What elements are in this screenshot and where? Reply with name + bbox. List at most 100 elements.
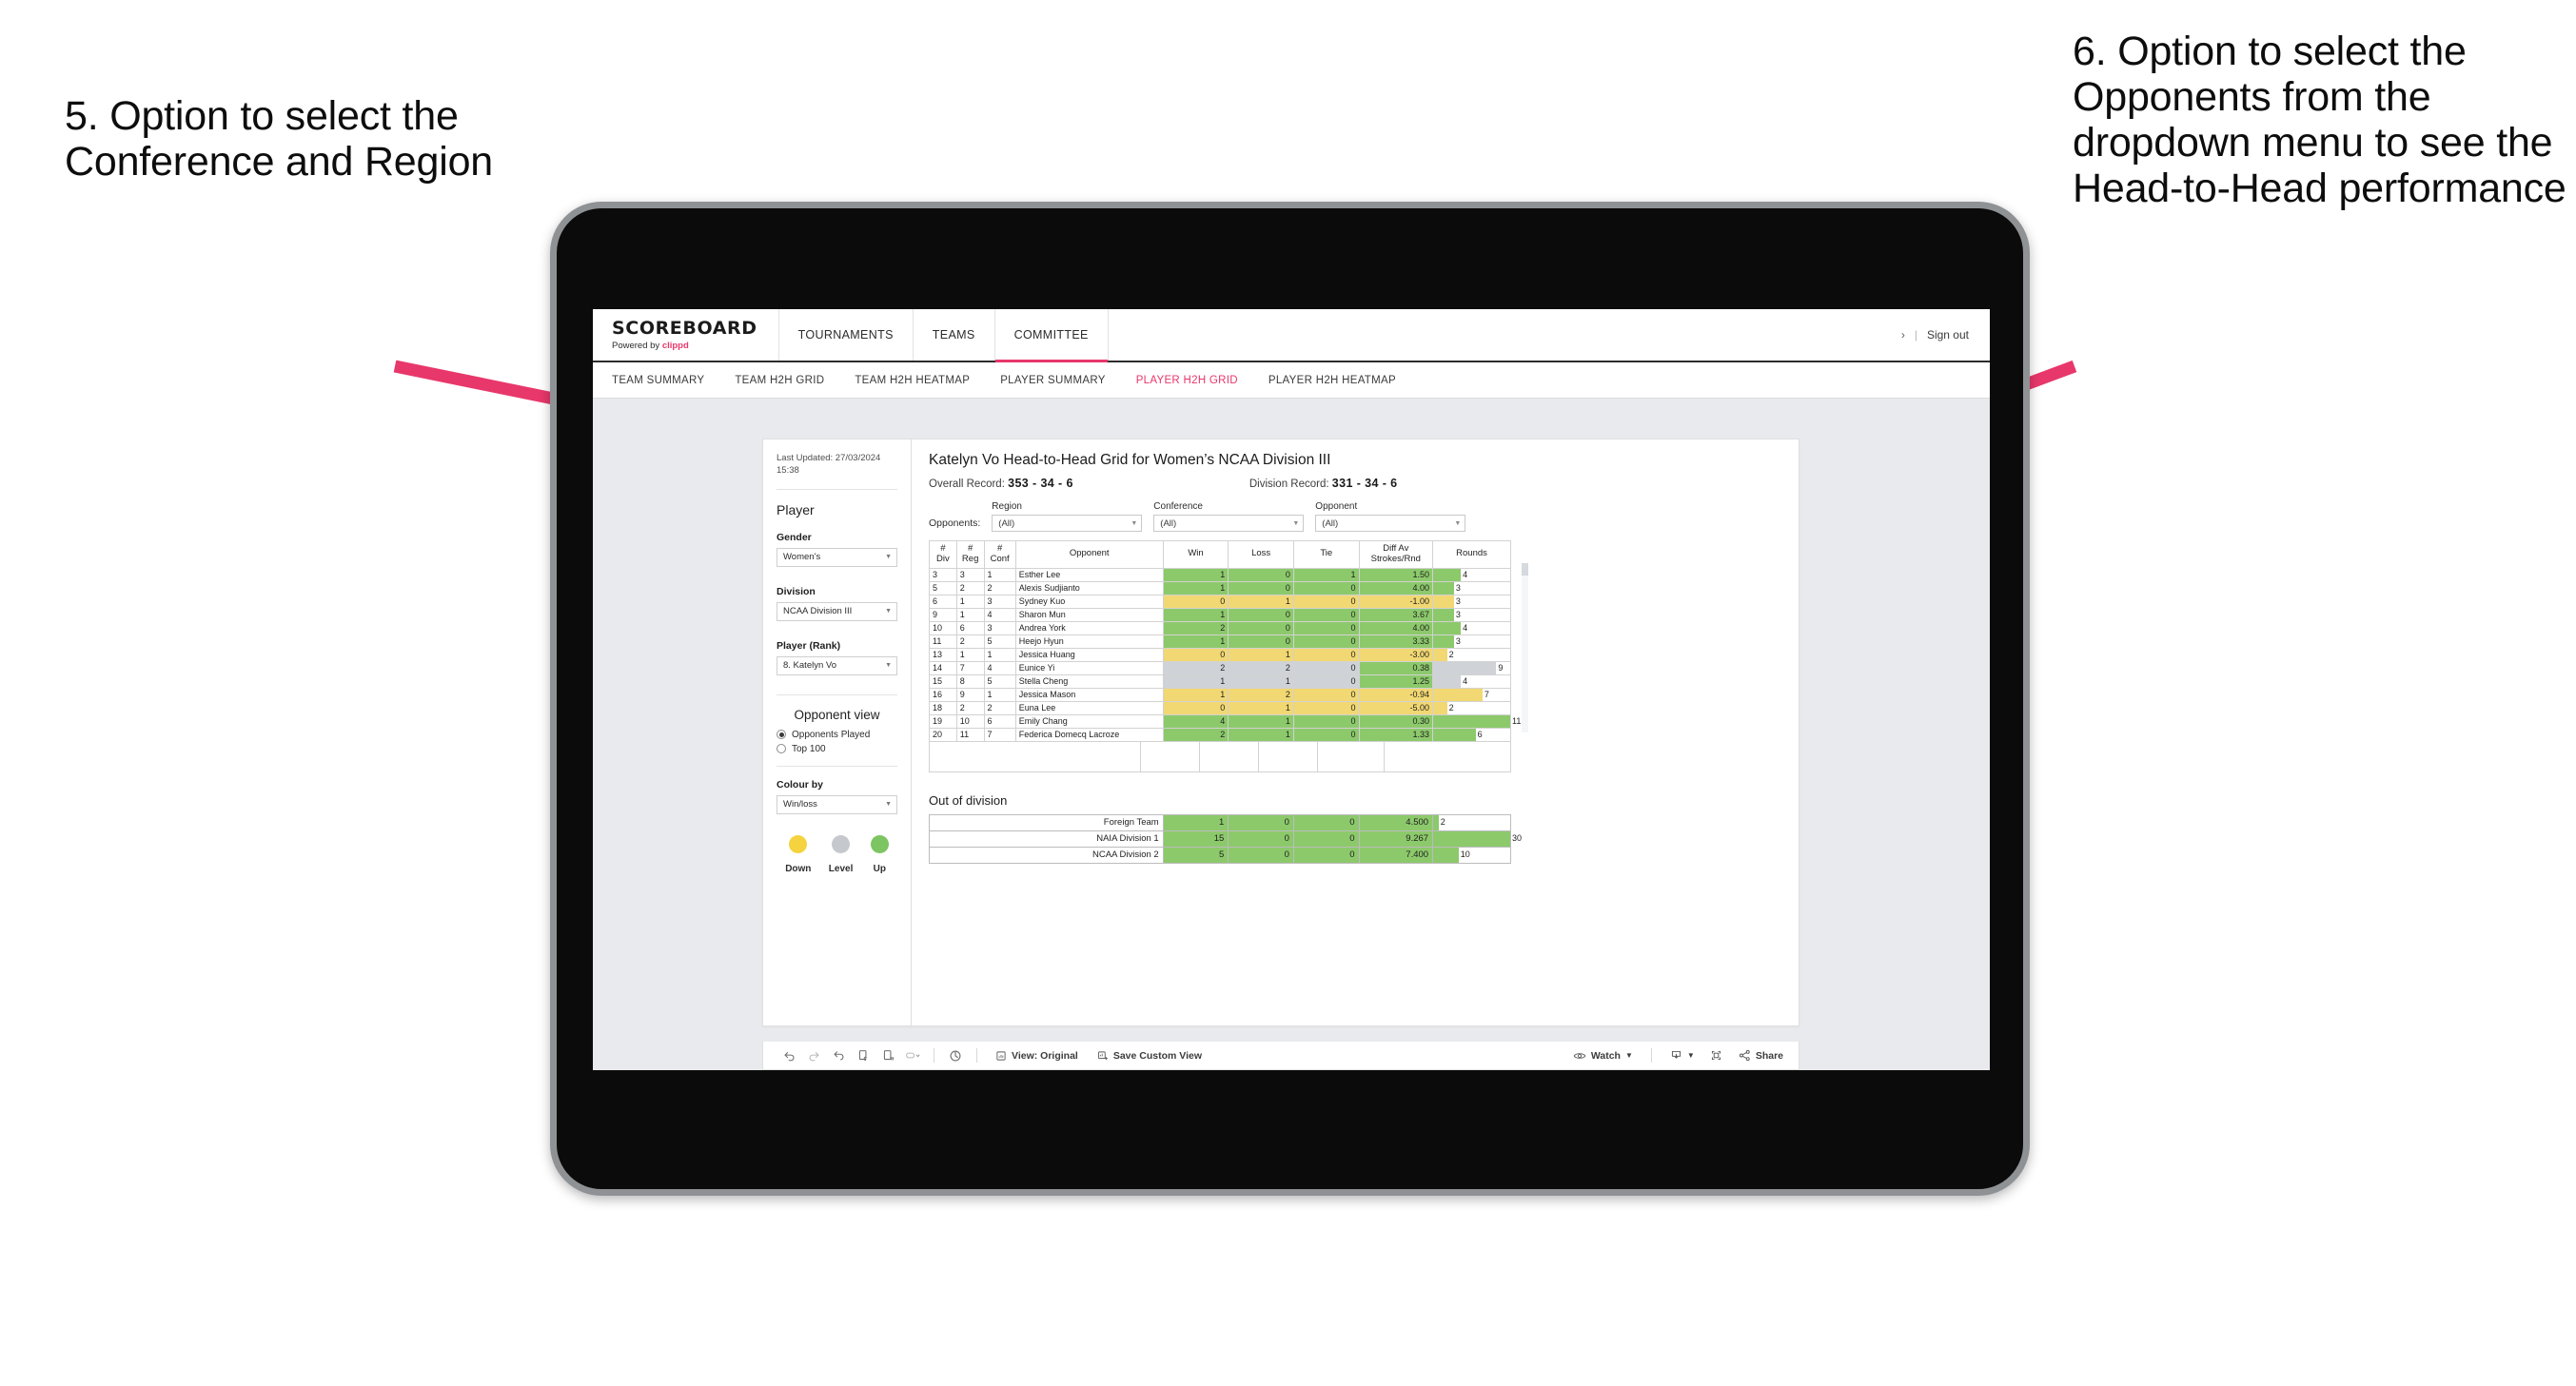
nav-item-teams[interactable]: TEAMS [914, 309, 995, 361]
filter-conference-select[interactable]: (All) ▼ [1153, 515, 1305, 532]
rounds-bar [1433, 648, 1447, 661]
colour-by-value: Win/loss [783, 799, 817, 810]
nav-item-tournaments[interactable]: TOURNAMENTS [779, 309, 914, 361]
cell-diff-av-strokes: -5.00 [1358, 700, 1434, 715]
cell-tie: 1 [1292, 567, 1360, 582]
rounds-value: 7 [1484, 690, 1489, 700]
cell-div: 6 [929, 594, 957, 609]
table-row[interactable]: 5 2 2 Alexis Sudjianto 1 0 0 4.00 3 [929, 580, 1511, 595]
rounds-value: 2 [1448, 703, 1454, 713]
sign-out-link[interactable]: Sign out [1927, 328, 1969, 342]
table-row[interactable]: 19 10 6 Emily Chang 4 1 0 0.30 11 [929, 713, 1521, 729]
app-header: SCOREBOARD Powered by clippd TOURNAMENTS… [593, 309, 1990, 362]
out-of-division-row[interactable]: NCAA Division 2 5 0 0 7.400 10 [929, 846, 1511, 864]
table-row[interactable]: 16 9 1 Jessica Mason 1 2 0 -0.94 7 [929, 687, 1511, 702]
redo-icon[interactable] [801, 1049, 826, 1062]
table-scrollbar[interactable] [1522, 563, 1528, 732]
player-rank-select[interactable]: 8. Katelyn Vo ▼ [777, 655, 897, 675]
radio-opponents-played[interactable]: Opponents Played [777, 730, 897, 740]
cell-loss: 0 [1228, 567, 1294, 582]
cell-win: 4 [1162, 713, 1229, 729]
table-row[interactable]: 9 1 4 Sharon Mun 1 0 0 3.67 3 [929, 607, 1511, 622]
cell-opponent: Esther Lee [1014, 567, 1164, 582]
rounds-value: 11 [1512, 716, 1522, 727]
cell-reg: 10 [955, 713, 985, 729]
chevron-down-icon: ▼ [885, 554, 892, 561]
share-button[interactable]: Share [1729, 1049, 1799, 1062]
scrollbar-thumb[interactable] [1522, 563, 1528, 576]
table-row[interactable]: 10 6 3 Andrea York 2 0 0 4.00 4 [929, 620, 1511, 635]
column-header-diff-av-strokes-rnd[interactable]: Diff Av Strokes/Rnd [1358, 540, 1434, 569]
view-original-button[interactable]: View: Original [986, 1050, 1088, 1062]
cell-rounds: 3 [1432, 580, 1511, 595]
subnav-item-team-summary[interactable]: TEAM SUMMARY [612, 375, 725, 386]
subnav-item-player-h2h-heatmap[interactable]: PLAYER H2H HEATMAP [1268, 375, 1417, 386]
division-select[interactable]: NCAA Division III ▼ [777, 601, 897, 621]
cell-div: 20 [929, 727, 957, 742]
table-row[interactable]: 3 3 1 Esther Lee 1 0 1 1.50 4 [929, 567, 1511, 582]
revert-icon[interactable] [826, 1049, 851, 1062]
cell-diff-av-strokes: -1.00 [1358, 594, 1434, 609]
column-header-rounds[interactable]: Rounds [1432, 540, 1511, 569]
cell-win: 2 [1162, 620, 1229, 635]
filters-prefix-label: Opponents: [929, 517, 981, 529]
table-row[interactable]: 15 8 5 Stella Cheng 1 1 0 1.25 4 [929, 673, 1511, 689]
cell-ood-loss: 0 [1228, 846, 1294, 864]
table-row[interactable]: 6 1 3 Sydney Kuo 0 1 0 -1.00 3 [929, 594, 1511, 609]
column-header-reg[interactable]: # Reg [955, 540, 985, 569]
cell-ood-rounds: 10 [1432, 846, 1511, 864]
share-label: Share [1755, 1049, 1783, 1062]
save-custom-view-button[interactable]: Save Custom View [1088, 1050, 1211, 1062]
cell-win: 1 [1162, 580, 1229, 595]
column-header-opponent[interactable]: Opponent [1014, 540, 1164, 569]
filter-region-select[interactable]: (All) ▼ [992, 515, 1143, 532]
cell-ood-tie: 0 [1292, 846, 1360, 864]
cell-tie: 0 [1292, 727, 1360, 742]
cell-div: 16 [929, 687, 957, 702]
brand-logo[interactable]: SCOREBOARD Powered by clippd [593, 309, 779, 361]
out-of-division-row[interactable]: Foreign Team 1 0 0 4.500 2 [929, 813, 1511, 831]
colour-by-select[interactable]: Win/loss ▼ [777, 794, 897, 814]
column-header-tie[interactable]: Tie [1292, 540, 1360, 569]
cell-rounds: 7 [1432, 687, 1511, 702]
table-row[interactable]: 18 2 2 Euna Lee 0 1 0 -5.00 2 [929, 700, 1511, 715]
watch-button[interactable]: Watch ▼ [1563, 1050, 1642, 1062]
subnav-item-player-h2h-grid[interactable]: PLAYER H2H GRID [1136, 375, 1259, 386]
table-row[interactable]: 14 7 4 Eunice Yi 2 2 0 0.38 9 [929, 660, 1511, 675]
refresh-data-icon[interactable] [851, 1049, 875, 1062]
fullscreen-icon[interactable] [1704, 1049, 1729, 1062]
column-header-loss[interactable]: Loss [1228, 540, 1294, 569]
table-row[interactable]: 13 1 1 Jessica Huang 0 1 0 -3.00 2 [929, 647, 1511, 662]
cell-reg: 2 [955, 700, 985, 715]
column-header-win[interactable]: Win [1162, 540, 1229, 569]
table-row[interactable]: 11 2 5 Heejo Hyun 1 0 0 3.33 3 [929, 634, 1511, 649]
primary-nav: TOURNAMENTS TEAMS COMMITTEE [779, 309, 1109, 362]
device-layout-icon[interactable] [900, 1049, 925, 1062]
column-header-conf[interactable]: # Conf [983, 540, 1016, 569]
filter-opponent-select[interactable]: (All) ▼ [1315, 515, 1466, 532]
pause-auto-updates-icon[interactable] [943, 1049, 968, 1063]
radio-top-100[interactable]: Top 100 [777, 744, 897, 754]
subnav-item-player-summary[interactable]: PLAYER SUMMARY [1000, 375, 1127, 386]
undo-icon[interactable] [777, 1049, 801, 1062]
out-of-division-title: Out of division [929, 792, 1008, 808]
table-row[interactable]: 20 11 7 Federica Domecq Lacroze 2 1 0 1.33 6 [929, 727, 1511, 742]
gender-select[interactable]: Women’s ▼ [777, 547, 897, 567]
pause-refresh-icon[interactable] [875, 1049, 900, 1062]
brand-subtitle: Powered by clippd [612, 341, 757, 351]
chevron-right-icon[interactable]: › [1901, 328, 1905, 342]
chevron-down-icon: ▼ [1454, 519, 1462, 527]
out-of-division-row[interactable]: NAIA Division 1 15 0 0 9.267 30 [929, 830, 1522, 848]
cell-conf: 1 [983, 687, 1016, 702]
cell-win: 1 [1162, 607, 1229, 622]
cell-rounds: 3 [1432, 634, 1511, 649]
subnav-item-team-h2h-grid[interactable]: TEAM H2H GRID [735, 375, 845, 386]
nav-item-committee[interactable]: COMMITTEE [994, 309, 1109, 362]
cell-diff-av-strokes: -3.00 [1358, 647, 1434, 662]
cell-reg: 11 [955, 727, 985, 742]
download-button[interactable]: ▼ [1661, 1049, 1704, 1062]
column-header-div[interactable]: # Div [929, 540, 957, 569]
subnav-item-team-h2h-heatmap[interactable]: TEAM H2H HEATMAP [855, 375, 991, 386]
rounds-value: 2 [1448, 650, 1454, 660]
cell-diff-av-strokes: -0.94 [1358, 687, 1434, 702]
